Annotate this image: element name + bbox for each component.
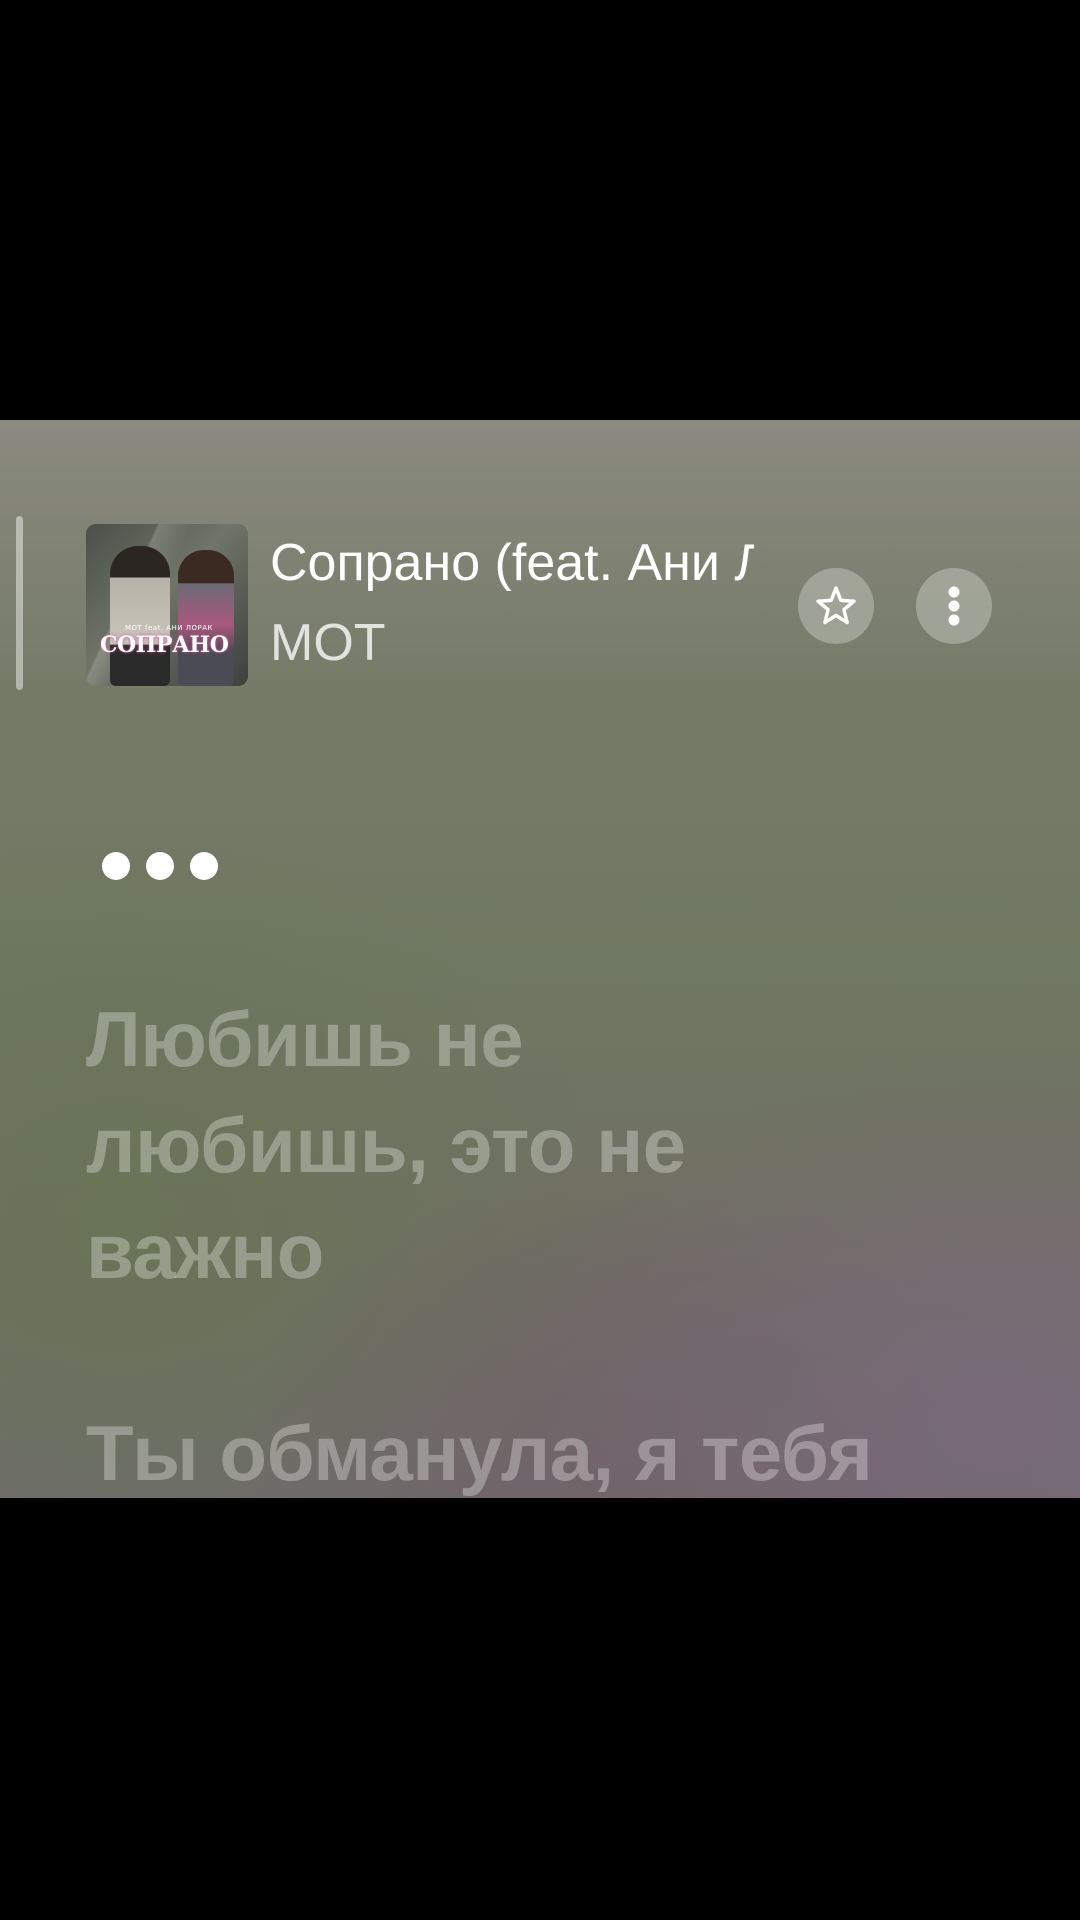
more-options-button[interactable] — [916, 568, 992, 644]
star-icon — [816, 586, 856, 625]
lyric-line[interactable]: Любишь не любишь, это не важно — [86, 986, 806, 1304]
album-art-figure-right — [178, 550, 234, 686]
lyrics-player: МОТ feat. АНИ ЛОРАК СОПРАНО Сопрано (fea… — [0, 420, 1080, 1498]
pause-dot — [190, 852, 218, 880]
lyric-line[interactable]: Ты обманула, я тебя — [86, 1400, 986, 1498]
pause-dot — [146, 852, 174, 880]
scroll-indicator[interactable] — [16, 516, 23, 690]
album-art-figure-left — [110, 546, 170, 686]
pause-dot — [102, 852, 130, 880]
screen: МОТ feat. АНИ ЛОРАК СОПРАНО Сопрано (fea… — [0, 0, 1080, 1920]
album-art[interactable]: МОТ feat. АНИ ЛОРАК СОПРАНО — [86, 524, 248, 686]
vertical-ellipsis-icon — [948, 586, 960, 626]
track-title[interactable]: Сопрано (feat. Ани Лорак) — [270, 532, 754, 594]
instrumental-pause-indicator — [102, 852, 222, 882]
favorite-button[interactable] — [798, 568, 874, 644]
album-art-title: СОПРАНО — [100, 632, 229, 658]
album-art-caption: МОТ feat. АНИ ЛОРАК — [124, 624, 214, 632]
track-artist[interactable]: МОТ — [270, 612, 670, 674]
